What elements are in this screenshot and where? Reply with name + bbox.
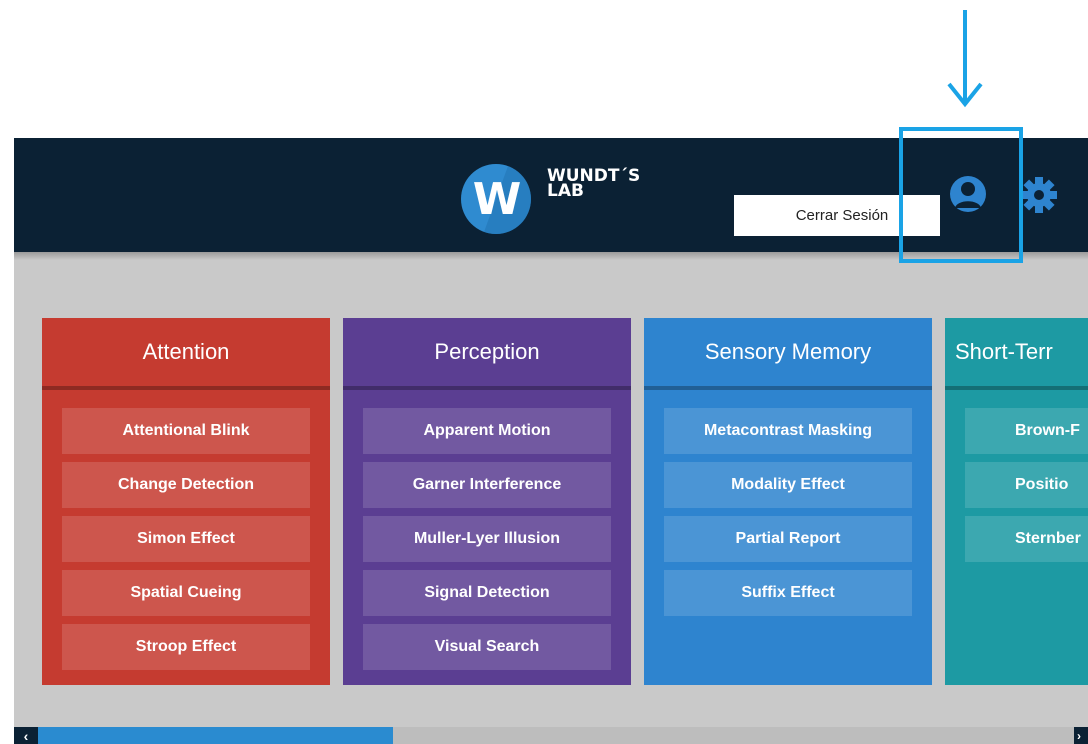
highlight-box: [899, 127, 1023, 263]
category-title: Attention: [42, 318, 330, 390]
experiment-item[interactable]: Partial Report: [664, 516, 912, 562]
category-card-sensory-memory: Sensory Memory Metacontrast Masking Moda…: [644, 318, 932, 685]
category-card-perception: Perception Apparent Motion Garner Interf…: [343, 318, 631, 685]
experiment-item[interactable]: Spatial Cueing: [62, 570, 310, 616]
scroll-right-button[interactable]: ›: [1074, 727, 1088, 744]
experiment-list: Brown-F Positio Sternber: [945, 390, 1088, 562]
logo-letter: W: [472, 173, 522, 225]
experiment-item[interactable]: Suffix Effect: [664, 570, 912, 616]
experiment-item[interactable]: Positio: [965, 462, 1088, 508]
experiment-item[interactable]: Stroop Effect: [62, 624, 310, 670]
gear-icon[interactable]: [1019, 175, 1059, 215]
experiment-item[interactable]: Metacontrast Masking: [664, 408, 912, 454]
experiment-item[interactable]: Garner Interference: [363, 462, 611, 508]
logo: W: [461, 164, 531, 234]
category-title: Sensory Memory: [644, 318, 932, 390]
experiment-list: Apparent Motion Garner Interference Mull…: [343, 390, 631, 670]
scroll-left-button[interactable]: ‹: [14, 727, 38, 744]
experiment-item[interactable]: Apparent Motion: [363, 408, 611, 454]
main-area: Attention Attentional Blink Change Detec…: [14, 252, 1088, 744]
logo-text: WUNDT´S LAB: [547, 168, 640, 201]
experiment-list: Metacontrast Masking Modality Effect Par…: [644, 390, 932, 616]
category-card-short-term: Short-Terr Brown-F Positio Sternber: [945, 318, 1088, 685]
experiment-list: Attentional Blink Change Detection Simon…: [42, 390, 330, 670]
experiment-item[interactable]: Muller-Lyer Illusion: [363, 516, 611, 562]
category-card-attention: Attention Attentional Blink Change Detec…: [42, 318, 330, 685]
experiment-item[interactable]: Visual Search: [363, 624, 611, 670]
experiment-item[interactable]: Signal Detection: [363, 570, 611, 616]
category-title: Short-Terr: [945, 318, 1088, 390]
experiment-item[interactable]: Change Detection: [62, 462, 310, 508]
experiment-item[interactable]: Brown-F: [965, 408, 1088, 454]
experiment-item[interactable]: Attentional Blink: [62, 408, 310, 454]
experiment-item[interactable]: Modality Effect: [664, 462, 912, 508]
category-title: Perception: [343, 318, 631, 390]
logo-line2: LAB: [547, 181, 584, 201]
scrollbar-thumb[interactable]: [38, 727, 393, 744]
arrow-down-icon: [947, 10, 983, 108]
experiment-item[interactable]: Simon Effect: [62, 516, 310, 562]
experiment-item[interactable]: Sternber: [965, 516, 1088, 562]
